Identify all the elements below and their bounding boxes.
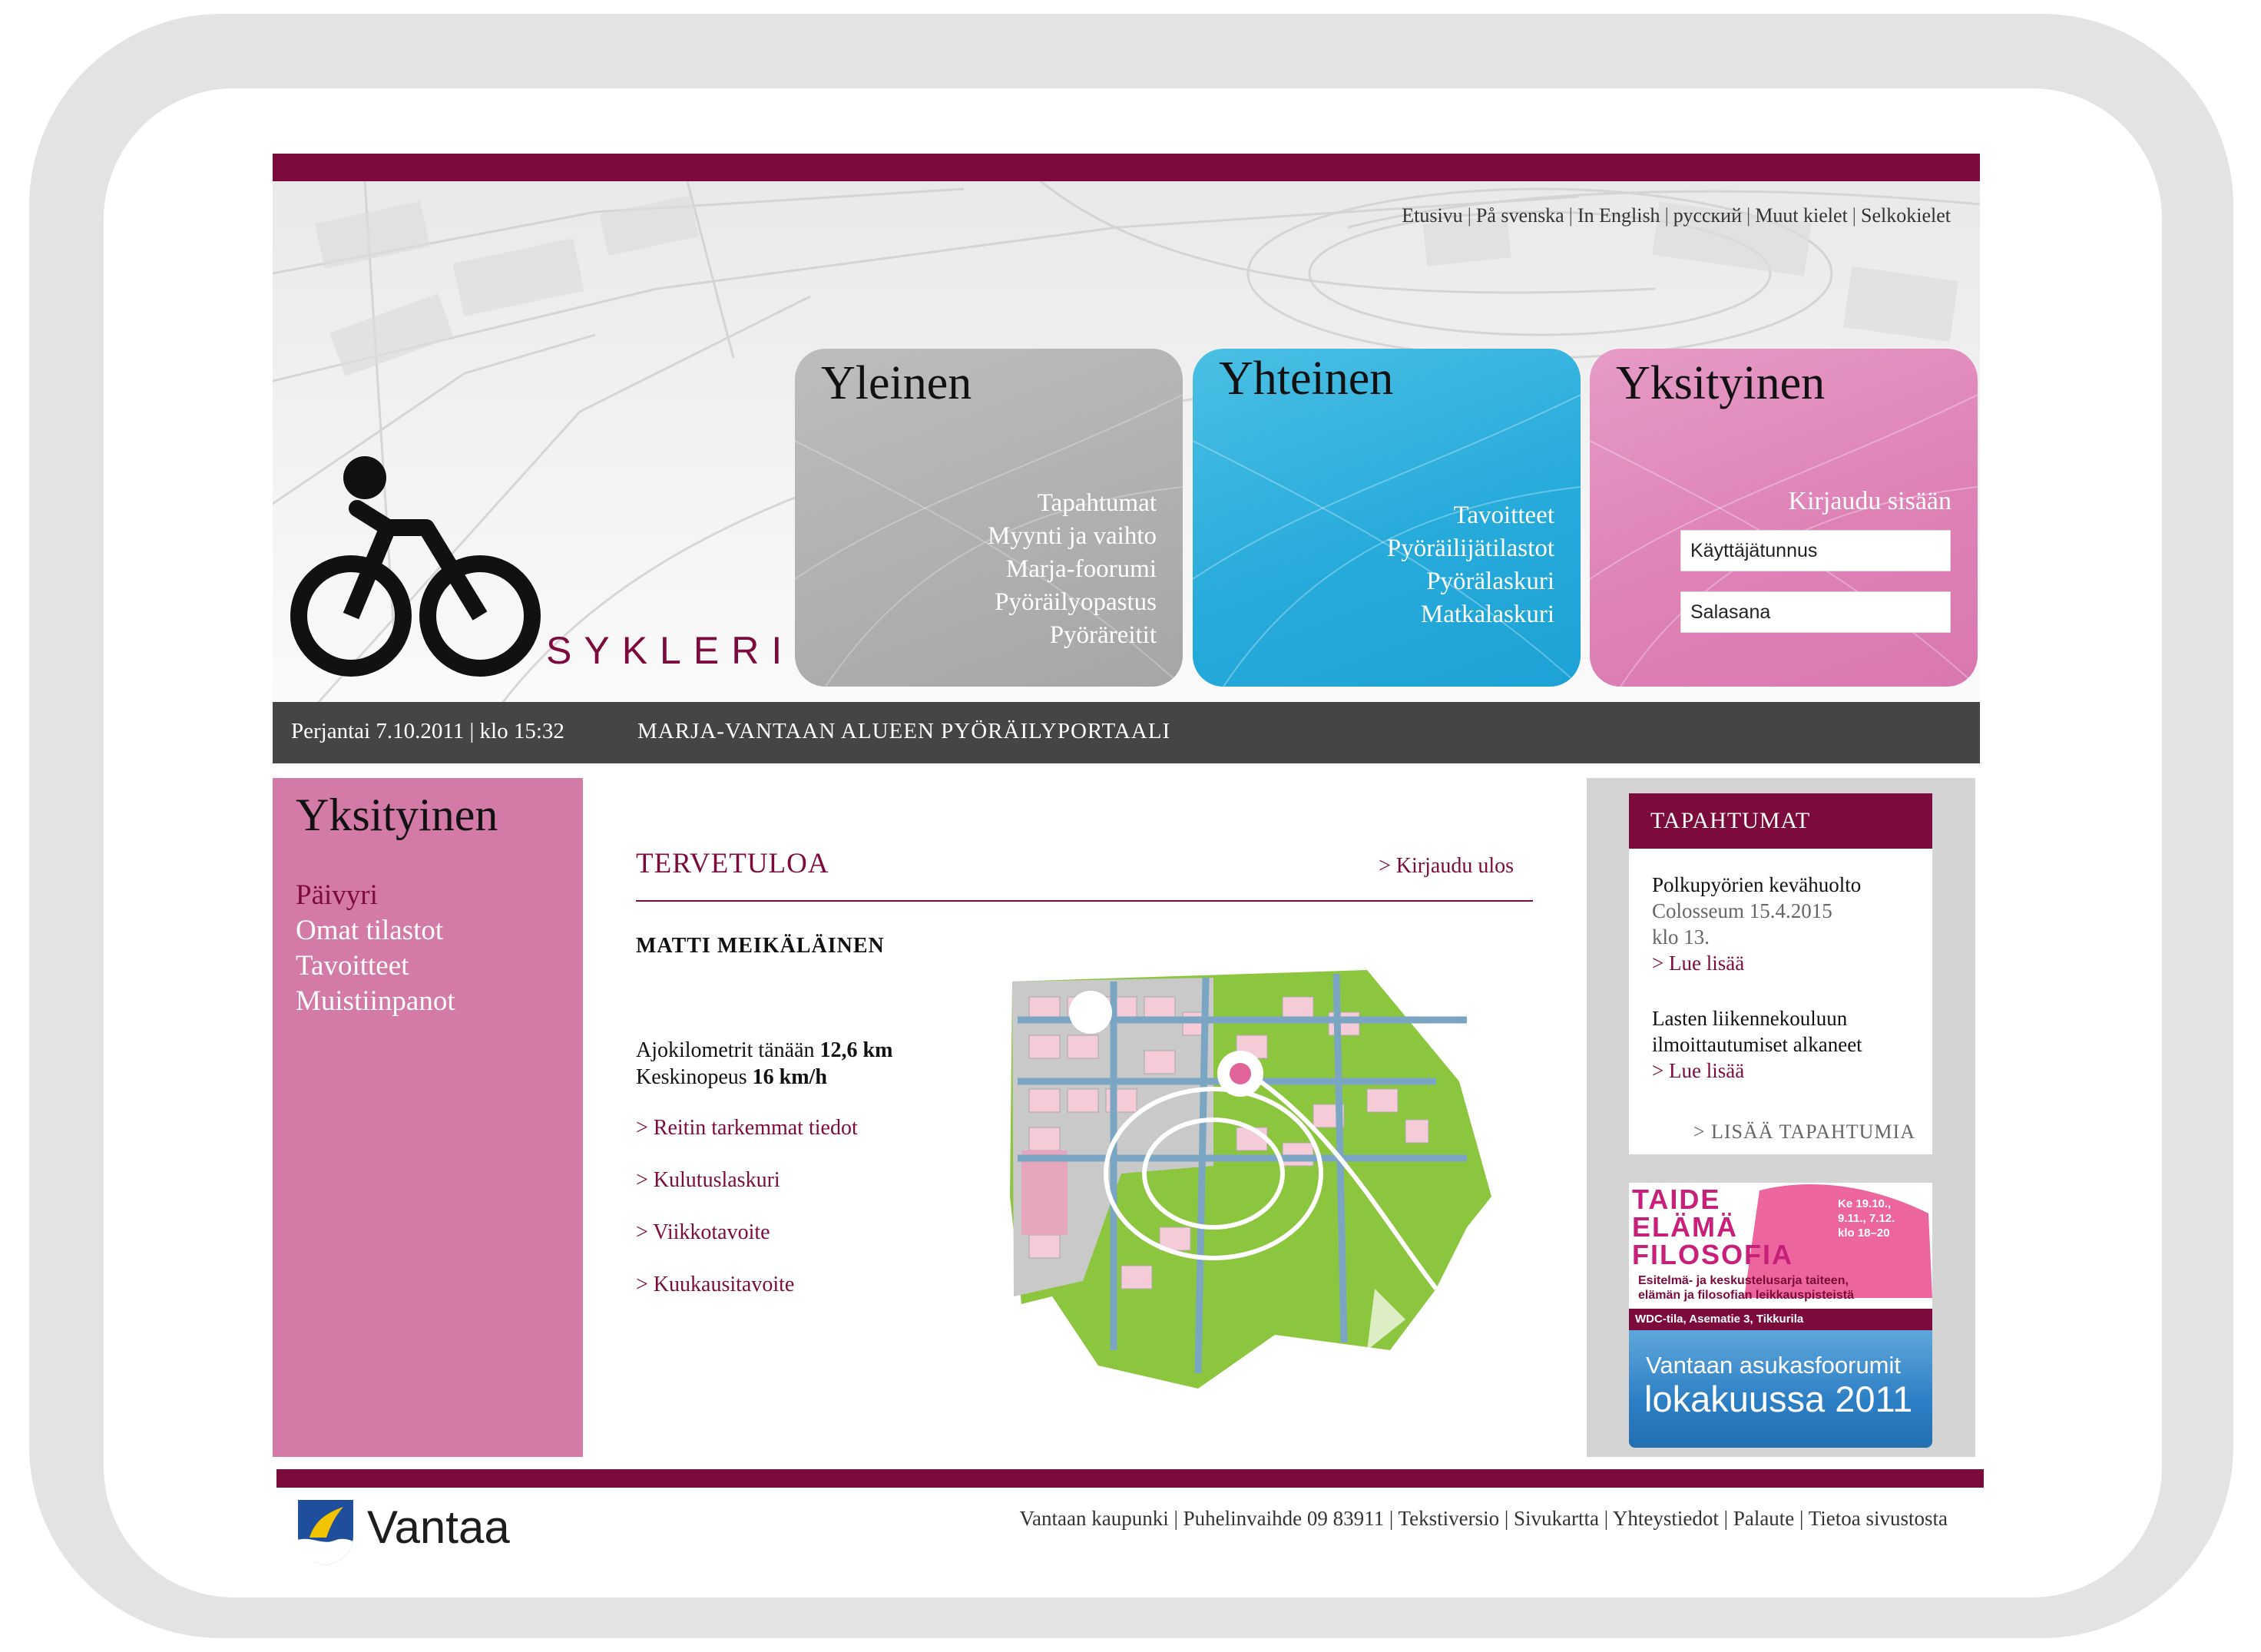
event-title: Lasten liikennekouluun bbox=[1652, 1007, 1848, 1030]
lang-link-plain[interactable]: Selkokielet bbox=[1861, 204, 1951, 227]
monthly-goal-link[interactable]: > Kuukausitavoite bbox=[636, 1273, 794, 1297]
link-bike-counter[interactable]: Pyörälaskuri bbox=[1387, 565, 1554, 598]
link-events[interactable]: Tapahtumat bbox=[988, 487, 1157, 520]
ad1-title-1: TAIDE bbox=[1632, 1184, 1721, 1215]
event-item: Polkupyörien kevähuolto Colosseum 15.4.2… bbox=[1652, 872, 1861, 976]
link-cycling-guide[interactable]: Pyöräilyopastus bbox=[988, 586, 1157, 619]
divider bbox=[636, 900, 1533, 902]
card-common-links: Tavoitteet Pyöräilijätilastot Pyörälasku… bbox=[1387, 499, 1554, 631]
more-events-link[interactable]: > LISÄÄ TAPAHTUMIA bbox=[1693, 1121, 1915, 1144]
sidebar-item-goals[interactable]: Tavoitteet bbox=[296, 948, 455, 984]
link-buy-sell[interactable]: Myynti ja vaihto bbox=[988, 520, 1157, 553]
link-goals[interactable]: Tavoitteet bbox=[1387, 499, 1554, 532]
footer-link-sitemap[interactable]: Sivukartta bbox=[1514, 1507, 1599, 1530]
hero-header: Etusivu | På svenska | In English | русский | Mu… bbox=[273, 181, 1980, 702]
ad2-line1: Vantaan asukasfoorumit bbox=[1646, 1352, 1902, 1379]
footer-link-contact[interactable]: Yhteystiedot bbox=[1613, 1507, 1719, 1530]
km-label: Ajokilometrit tänään bbox=[636, 1038, 815, 1062]
ride-stats: Ajokilometrit tänään 12,6 km Keskinopeus… bbox=[636, 1037, 892, 1091]
ad1-desc-2: elämän ja filosofian leikkauspisteistä bbox=[1638, 1289, 1854, 1302]
ad1-date-2: 9.11., 7.12. bbox=[1838, 1212, 1895, 1225]
event-detail: Colosseum 15.4.2015 bbox=[1652, 899, 1832, 922]
sidebar: Yksityinen Päivyri Omat tilastot Tavoitt… bbox=[273, 778, 583, 1457]
sidebar-title: Yksityinen bbox=[296, 790, 498, 840]
ad-forum-banner[interactable]: Vantaan asukasfoorumit lokakuussa 2011 bbox=[1629, 1330, 1932, 1448]
card-private: Yksityinen Kirjaudu sisään Käyttäjätunnu… bbox=[1590, 349, 1978, 687]
logout-link[interactable]: > Kirjaudu ulos bbox=[1379, 854, 1514, 879]
footer-links: Vantaan kaupunki | Puhelinvaihde 09 8391… bbox=[1019, 1507, 1948, 1530]
ad1-date-3: klo 18–20 bbox=[1838, 1227, 1890, 1240]
link-trip-calculator[interactable]: Matkalaskuri bbox=[1387, 598, 1554, 631]
read-more-link[interactable]: > Lue lisää bbox=[1652, 950, 1861, 976]
card-private-title: Yksityinen bbox=[1616, 357, 1826, 409]
link-forum[interactable]: Marja-foorumi bbox=[988, 553, 1157, 586]
speed-label: Keskinopeus bbox=[636, 1065, 747, 1089]
lang-link-other[interactable]: Muut kielet bbox=[1755, 204, 1848, 227]
footer-link-phone[interactable]: Puhelinvaihde 09 83911 bbox=[1183, 1507, 1384, 1530]
date-time: Perjantai 7.10.2011 | klo 15:32 bbox=[291, 719, 564, 743]
top-accent-bar bbox=[273, 154, 1980, 181]
welcome-heading: TERVETULOA bbox=[636, 848, 829, 879]
ad2-line2: lokakuussa 2011 bbox=[1644, 1379, 1913, 1419]
language-nav: Etusivu | På svenska | In English | русский | Mu… bbox=[1402, 204, 1951, 227]
event-time: klo 13. bbox=[1652, 925, 1710, 948]
vantaa-crest-icon[interactable] bbox=[296, 1498, 356, 1567]
card-general: Yleinen Tapahtumat Myynti ja vaihto Marj… bbox=[795, 349, 1183, 687]
link-cyclist-stats[interactable]: Pyöräilijätilastot bbox=[1387, 532, 1554, 565]
card-general-links: Tapahtumat Myynti ja vaihto Marja-foorum… bbox=[988, 487, 1157, 652]
read-more-link[interactable]: > Lue lisää bbox=[1652, 1058, 1862, 1084]
route-details-link[interactable]: > Reitin tarkemmat tiedot bbox=[636, 1116, 858, 1141]
ad-banner-art[interactable]: TAIDE ELÄMÄ FILOSOFIA Ke 19.10., 9.11., … bbox=[1629, 1183, 1932, 1330]
speed-value: 16 km/h bbox=[752, 1065, 827, 1089]
km-value: 12,6 km bbox=[819, 1038, 893, 1062]
footer-link-text-version[interactable]: Tekstiversio bbox=[1399, 1507, 1500, 1530]
footer-bar bbox=[276, 1469, 1984, 1488]
right-column: TAPAHTUMAT Polkupyörien kevähuolto Colos… bbox=[1587, 778, 1975, 1457]
card-common: Yhteinen Tavoitteet Pyöräilijätilastot P… bbox=[1193, 349, 1581, 687]
lang-link-home[interactable]: Etusivu bbox=[1402, 204, 1462, 227]
footer-link-feedback[interactable]: Palaute bbox=[1733, 1507, 1794, 1530]
route-map[interactable] bbox=[1006, 966, 1498, 1396]
sidebar-item-notes[interactable]: Muistiinpanot bbox=[296, 984, 455, 1019]
link-bike-routes[interactable]: Pyöräreitit bbox=[988, 619, 1157, 652]
footer-link-about[interactable]: Tietoa sivustosta bbox=[1809, 1507, 1948, 1530]
lang-link-swedish[interactable]: På svenska bbox=[1476, 204, 1564, 227]
username-input[interactable]: Käyttäjätunnus bbox=[1680, 530, 1951, 571]
user-name: MATTI MEIKÄLÄINEN bbox=[636, 934, 885, 958]
cyclist-logo-icon[interactable] bbox=[288, 455, 549, 685]
portal-title: MARJA-VANTAAN ALUEEN PYÖRÄILYPORTAALI bbox=[637, 719, 1171, 743]
vantaa-logo-text[interactable]: Vantaa bbox=[367, 1501, 510, 1554]
sidebar-item-diary[interactable]: Päivyri bbox=[296, 878, 455, 913]
logo-text: SYKLERI bbox=[546, 629, 795, 672]
ad1-date-1: Ke 19.10., bbox=[1838, 1197, 1892, 1210]
login-label[interactable]: Kirjaudu sisään bbox=[1789, 487, 1951, 516]
lang-link-russian[interactable]: русский bbox=[1673, 204, 1742, 227]
event-item: Lasten liikennekouluun ilmoittautumiset … bbox=[1652, 1005, 1862, 1084]
events-header: TAPAHTUMAT bbox=[1629, 793, 1932, 849]
event-detail: ilmoittautumiset alkaneet bbox=[1652, 1033, 1862, 1056]
events-box: TAPAHTUMAT Polkupyörien kevähuolto Colos… bbox=[1629, 793, 1932, 1154]
sidebar-menu: Päivyri Omat tilastot Tavoitteet Muistii… bbox=[296, 878, 455, 1019]
password-input[interactable]: Salasana bbox=[1680, 591, 1951, 633]
info-bar: Perjantai 7.10.2011 | klo 15:32 MARJA-VA… bbox=[273, 702, 1980, 763]
card-general-title: Yleinen bbox=[821, 357, 972, 409]
ad1-venue: WDC-tila, Asematie 3, Tikkurila bbox=[1635, 1313, 1804, 1326]
card-common-title: Yhteinen bbox=[1219, 353, 1394, 405]
lang-link-english[interactable]: In English bbox=[1577, 204, 1660, 227]
weekly-goal-link[interactable]: > Viikkotavoite bbox=[636, 1220, 770, 1245]
ad1-title-2: ELÄMÄ bbox=[1632, 1211, 1738, 1243]
ad1-desc-1: Esitelmä- ja keskustelusarja taiteen, bbox=[1638, 1274, 1849, 1287]
sidebar-item-own-stats[interactable]: Omat tilastot bbox=[296, 913, 455, 948]
footer-link-city[interactable]: Vantaan kaupunki bbox=[1020, 1507, 1169, 1530]
consumption-calculator-link[interactable]: > Kulutuslaskuri bbox=[636, 1168, 780, 1193]
event-title: Polkupyörien kevähuolto bbox=[1652, 873, 1862, 896]
ad1-title-3: FILOSOFIA bbox=[1632, 1239, 1793, 1270]
